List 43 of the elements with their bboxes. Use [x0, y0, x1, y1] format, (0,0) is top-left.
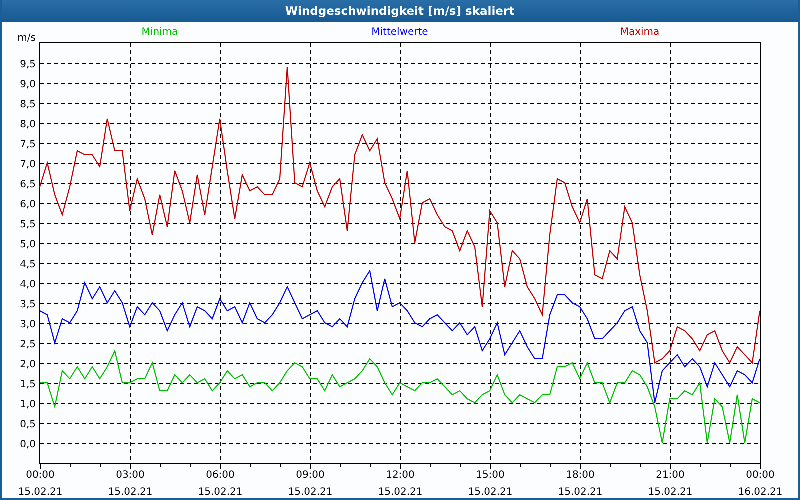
- y-tick-label: 5,5: [20, 220, 36, 230]
- y-tick-label: 4,0: [20, 280, 36, 290]
- x-tick-label: 12:00: [386, 470, 415, 481]
- x-tick-date-label: 15.02.21: [198, 487, 243, 498]
- x-tick-label: 21:00: [656, 470, 685, 481]
- y-tick-label: 6,5: [20, 180, 36, 190]
- x-tick-label: 15:00: [476, 470, 505, 481]
- y-tick-label: 9,5: [20, 60, 36, 70]
- x-tick-date-label: 16.02.21: [738, 487, 783, 498]
- x-tick-date-label: 15.02.21: [108, 487, 153, 498]
- x-tick-label: 00:00: [746, 470, 775, 481]
- x-tick-label: 00:00: [26, 470, 55, 481]
- x-tick-date-label: 15.02.21: [378, 487, 423, 498]
- y-tick-label: 1,5: [20, 380, 36, 390]
- x-tick-date-label: 15.02.21: [648, 487, 693, 498]
- y-tick-label: 9,0: [20, 80, 36, 90]
- x-tick-label: 03:00: [116, 470, 145, 481]
- x-tick-label: 06:00: [206, 470, 235, 481]
- y-tick-label: 3,0: [20, 320, 36, 330]
- y-tick-label: 2,5: [20, 340, 36, 350]
- x-tick-date-label: 15.02.21: [468, 487, 513, 498]
- x-tick-date-label: 15.02.21: [18, 487, 63, 498]
- x-tick-label: 09:00: [296, 470, 325, 481]
- y-tick-label: 7,5: [20, 140, 36, 150]
- y-tick-label: 0,0: [20, 440, 36, 450]
- y-tick-label: 2,0: [20, 360, 36, 370]
- y-tick-label: 1,0: [20, 400, 36, 410]
- y-tick-label: 7,0: [20, 160, 36, 170]
- y-tick-label: 6,0: [20, 200, 36, 210]
- legend-label: Maxima: [620, 27, 660, 38]
- y-tick-label: 8,5: [20, 100, 36, 110]
- x-tick-date-label: 15.02.21: [288, 487, 333, 498]
- legend-label: Minima: [142, 27, 178, 38]
- axis-unit-label: m/s: [18, 33, 36, 44]
- window-title: Windgeschwindigkeit [m/s] skaliert: [285, 4, 515, 18]
- y-tick-label: 3,5: [20, 300, 36, 310]
- x-tick-date-label: 15.02.21: [558, 487, 603, 498]
- y-tick-label: 5,0: [20, 240, 36, 250]
- y-tick-label: 8,0: [20, 120, 36, 130]
- x-tick-label: 18:00: [566, 470, 595, 481]
- legend-label: Mittelwerte: [372, 27, 428, 38]
- y-tick-label: 4,5: [20, 260, 36, 270]
- y-tick-label: 0,5: [20, 420, 36, 430]
